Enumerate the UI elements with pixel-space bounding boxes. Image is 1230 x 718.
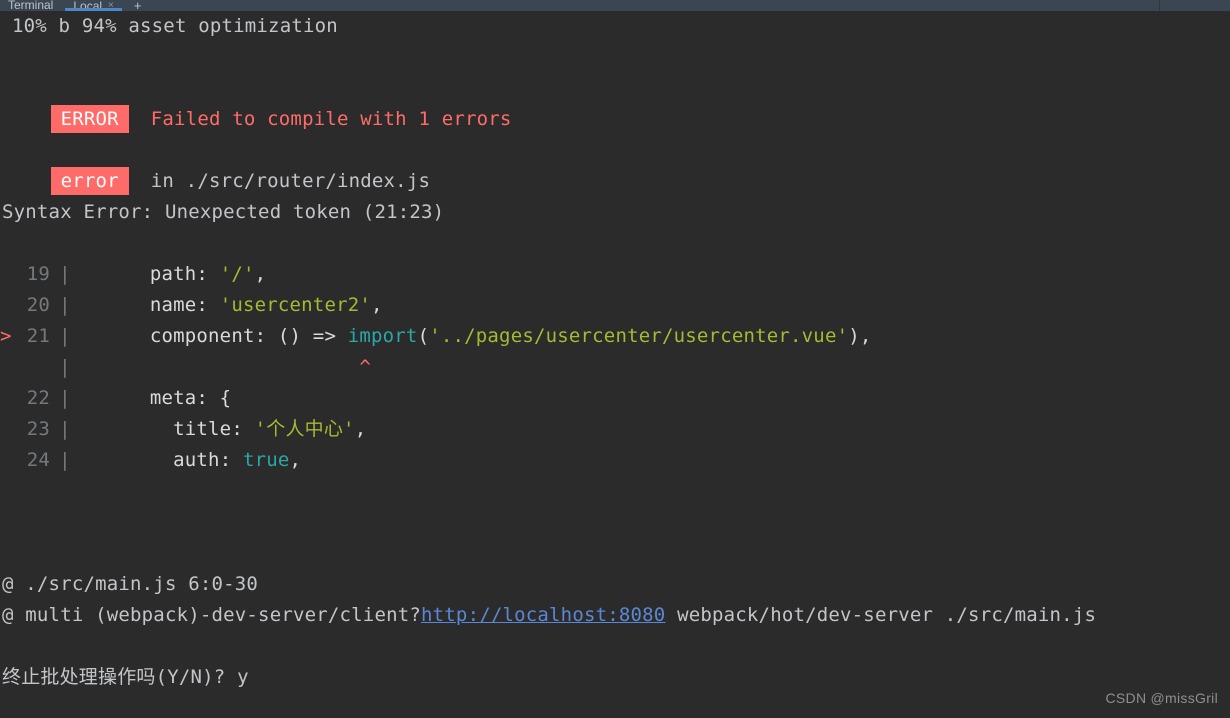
module-reference-text: @ ./src/main.js 6:0-30: [2, 573, 259, 595]
code-token: :: [219, 449, 243, 471]
code-token: 'usercenter2': [219, 294, 371, 316]
code-token: import: [347, 325, 418, 347]
dev-server-url-link[interactable]: http://localhost:8080: [421, 604, 665, 626]
error-summary-message: Failed to compile with 1 errors: [150, 108, 512, 130]
code-frame-separator: |: [59, 387, 71, 409]
code-frame-marker: [0, 445, 16, 476]
module-reference-line: @ ./src/main.js 6:0-30: [0, 569, 1230, 600]
code-frame-marker: [0, 259, 16, 290]
code-frame-row: 20 | name: 'usercenter2',: [0, 290, 1230, 321]
code-token: (: [417, 325, 430, 347]
code-token: '../pages/usercenter/usercenter.vue': [429, 325, 849, 347]
error-detail-path: in ./src/router/index.js: [150, 170, 431, 192]
code-token: ,: [289, 449, 302, 471]
code-frame-row: 23 | title: '个人中心',: [0, 414, 1230, 445]
code-frame-separator: |: [59, 449, 71, 471]
code-frame-indent: [80, 418, 173, 440]
code-token: '/': [219, 263, 255, 285]
code-frame-separator: |: [59, 356, 71, 378]
code-frame-marker: [0, 414, 16, 445]
code-frame-separator: |: [59, 263, 71, 285]
code-frame: 19 | path: '/', 20 | name: 'usercenter2', >…: [0, 259, 1230, 476]
code-token: : () =>: [254, 325, 348, 347]
code-token: : {: [196, 387, 232, 409]
code-frame-marker: [0, 290, 16, 321]
code-frame-row: 22 | meta: {: [0, 383, 1230, 414]
code-token: ,: [254, 263, 267, 285]
code-token: auth: [173, 449, 220, 471]
code-token: name: [149, 294, 197, 316]
code-token: :: [196, 294, 220, 316]
code-frame-marker: [0, 352, 16, 383]
code-frame-row: 19 | path: '/',: [0, 259, 1230, 290]
error-detail-badge: error: [50, 167, 129, 195]
code-frame-indent: [80, 387, 150, 409]
module-reference-text: webpack/hot/dev-server ./src/main.js: [665, 604, 1097, 626]
syntax-error-message: Syntax Error: Unexpected token (21:23): [2, 201, 445, 223]
code-token: title: [173, 418, 232, 440]
code-frame-separator: |: [59, 294, 71, 316]
code-token: ,: [354, 418, 367, 440]
code-frame-line-number: 21: [26, 325, 50, 347]
code-frame-indent: [80, 325, 150, 347]
code-frame-line-number: 22: [26, 387, 50, 409]
code-frame-indent: [80, 294, 150, 316]
error-summary-line: ERROR Failed to compile with 1 errors: [0, 73, 1230, 133]
code-token: true: [242, 449, 290, 471]
module-reference-line: @ multi (webpack)-dev-server/client?http…: [0, 600, 1230, 631]
code-token: ),: [848, 325, 872, 347]
code-token: :: [231, 418, 255, 440]
code-token: ,: [371, 294, 383, 316]
code-token: '个人中心': [254, 418, 355, 440]
code-frame-indent: [80, 356, 359, 378]
code-frame-line-number: 19: [26, 263, 50, 285]
terminal-tool-window-header: Terminal Local × +: [0, 0, 1230, 11]
error-detail-line: error in ./src/router/index.js: [0, 135, 1230, 195]
code-frame-line-number: 23: [26, 418, 50, 440]
code-frame-separator: |: [59, 418, 71, 440]
code-frame-marker: [0, 383, 16, 414]
watermark: CSDN @missGril: [1105, 690, 1218, 706]
code-frame-separator: |: [59, 325, 71, 347]
shell-prompt-line: 终止批处理操作吗(Y/N)? y: [2, 666, 249, 688]
code-token: path: [149, 263, 197, 285]
terminal-output-area[interactable]: 10% b 94% asset optimization ERROR Failed…: [0, 11, 1230, 718]
code-token: component: [149, 325, 255, 347]
code-token: :: [196, 263, 220, 285]
module-reference-list: @ ./src/main.js 6:0-30 @ multi (webpack)-…: [0, 569, 1230, 631]
build-progress-line: 10% b 94% asset optimization: [12, 15, 338, 37]
code-token: meta: [149, 387, 197, 409]
code-frame-row: | ^: [0, 352, 1230, 383]
code-frame-indent: [80, 449, 173, 471]
code-frame-row: >21 | component: () => import('../pages/u…: [0, 321, 1230, 352]
code-frame-line-number: 24: [26, 449, 50, 471]
add-tab-icon[interactable]: +: [124, 0, 152, 11]
code-token: ^: [359, 356, 371, 378]
header-divider: [1159, 0, 1160, 11]
code-frame-row: 24 | auth: true,: [0, 445, 1230, 476]
terminal-tab-local[interactable]: Local ×: [63, 0, 124, 11]
code-frame-marker: >: [0, 325, 12, 347]
code-frame-line-number: 20: [26, 294, 50, 316]
tool-window-title: Terminal: [8, 0, 54, 11]
code-frame-indent: [80, 263, 150, 285]
module-reference-text: @ multi (webpack)-dev-server/client?: [2, 604, 422, 626]
terminal-tab-strip: Local ×: [63, 0, 124, 11]
error-badge: ERROR: [50, 105, 129, 133]
